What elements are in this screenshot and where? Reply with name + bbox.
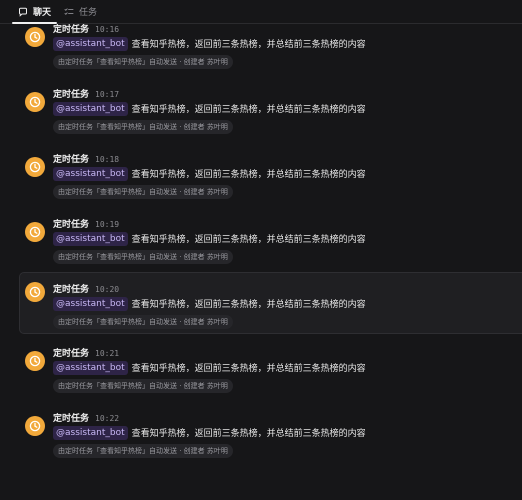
timestamp: 10:22 — [95, 414, 120, 423]
mention-chip[interactable]: @assistant_bot — [53, 101, 128, 116]
chat-window: 定时任务 10:16 @assistant_bot 查看知乎热榜，返回前三条热榜… — [0, 0, 522, 500]
avatar[interactable] — [25, 351, 45, 371]
avatar[interactable] — [25, 92, 45, 112]
task-list-icon — [64, 7, 74, 17]
timestamp: 10:18 — [95, 155, 120, 164]
sender-name: 定时任务 — [53, 285, 90, 295]
clock-icon — [29, 286, 41, 298]
mention-chip[interactable]: @assistant_bot — [53, 36, 128, 51]
clock-icon — [29, 355, 41, 367]
timestamp: 10:16 — [95, 25, 120, 34]
sender-name: 定时任务 — [53, 220, 90, 230]
clock-icon — [29, 226, 41, 238]
tab-chat[interactable]: 聊天 — [11, 0, 58, 24]
source-badge: 由定时任务「查看知乎热榜」自动发送 · 创建者 苏叶明 — [53, 55, 233, 69]
message-text: 查看知乎热榜，返回前三条热榜，并总结前三条热榜的内容 — [131, 235, 366, 245]
message-item[interactable]: 定时任务 10:18 @assistant_bot 查看知乎热榜，返回前三条热榜… — [19, 152, 522, 214]
message-item[interactable]: 定时任务 10:21 @assistant_bot 查看知乎热榜，返回前三条热榜… — [19, 346, 522, 408]
message-item[interactable]: 定时任务 10:22 @assistant_bot 查看知乎热榜，返回前三条热榜… — [19, 411, 522, 473]
message-text: 查看知乎热榜，返回前三条热榜，并总结前三条热榜的内容 — [131, 170, 366, 180]
message-text: 查看知乎热榜，返回前三条热榜，并总结前三条热榜的内容 — [131, 105, 366, 115]
message-text: 查看知乎热榜，返回前三条热榜，并总结前三条热榜的内容 — [131, 40, 366, 50]
timestamp: 10:17 — [95, 90, 120, 99]
sender-name: 定时任务 — [53, 90, 90, 100]
timestamp: 10:20 — [95, 285, 120, 294]
avatar[interactable] — [25, 282, 45, 302]
timestamp: 10:19 — [95, 220, 120, 229]
tab-bar: 聊天 任务 — [0, 0, 522, 24]
message-text: 查看知乎热榜，返回前三条热榜，并总结前三条热榜的内容 — [131, 300, 366, 310]
source-badge: 由定时任务「查看知乎热榜」自动发送 · 创建者 苏叶明 — [53, 250, 233, 264]
mention-chip[interactable]: @assistant_bot — [53, 231, 128, 246]
tab-tasks[interactable]: 任务 — [64, 0, 97, 23]
source-badge: 由定时任务「查看知乎热榜」自动发送 · 创建者 苏叶明 — [53, 185, 233, 199]
sender-name: 定时任务 — [53, 349, 90, 359]
sender-name: 定时任务 — [53, 155, 90, 165]
source-badge: 由定时任务「查看知乎热榜」自动发送 · 创建者 苏叶明 — [53, 379, 233, 393]
avatar[interactable] — [25, 157, 45, 177]
mention-chip[interactable]: @assistant_bot — [53, 166, 128, 181]
clock-icon — [29, 420, 41, 432]
avatar[interactable] — [25, 27, 45, 47]
tab-chat-label: 聊天 — [33, 8, 52, 18]
message-text: 查看知乎热榜，返回前三条热榜，并总结前三条热榜的内容 — [131, 429, 366, 439]
clock-icon — [29, 31, 41, 43]
mention-chip[interactable]: @assistant_bot — [53, 296, 128, 311]
sender-name: 定时任务 — [53, 414, 90, 424]
mention-chip[interactable]: @assistant_bot — [53, 360, 128, 375]
message-item[interactable]: 定时任务 10:16 @assistant_bot 查看知乎热榜，返回前三条热榜… — [19, 22, 522, 84]
timestamp: 10:21 — [95, 349, 120, 358]
message-item[interactable]: 定时任务 10:17 @assistant_bot 查看知乎热榜，返回前三条热榜… — [19, 87, 522, 149]
avatar[interactable] — [25, 222, 45, 242]
chat-bubble-icon — [18, 7, 28, 17]
avatar[interactable] — [25, 416, 45, 436]
message-item-highlighted[interactable]: 定时任务 10:20 @assistant_bot 查看知乎热榜，返回前三条热榜… — [19, 272, 522, 334]
mention-chip[interactable]: @assistant_bot — [53, 425, 128, 440]
message-list[interactable]: 定时任务 10:16 @assistant_bot 查看知乎热榜，返回前三条热榜… — [0, 0, 522, 500]
message-item[interactable]: 定时任务 10:19 @assistant_bot 查看知乎热榜，返回前三条热榜… — [19, 217, 522, 279]
message-text: 查看知乎热榜，返回前三条热榜，并总结前三条热榜的内容 — [131, 364, 366, 374]
source-badge: 由定时任务「查看知乎热榜」自动发送 · 创建者 苏叶明 — [53, 315, 233, 329]
source-badge: 由定时任务「查看知乎热榜」自动发送 · 创建者 苏叶明 — [53, 444, 233, 458]
clock-icon — [29, 96, 41, 108]
source-badge: 由定时任务「查看知乎热榜」自动发送 · 创建者 苏叶明 — [53, 120, 233, 134]
tab-tasks-label: 任务 — [79, 8, 98, 18]
clock-icon — [29, 161, 41, 173]
